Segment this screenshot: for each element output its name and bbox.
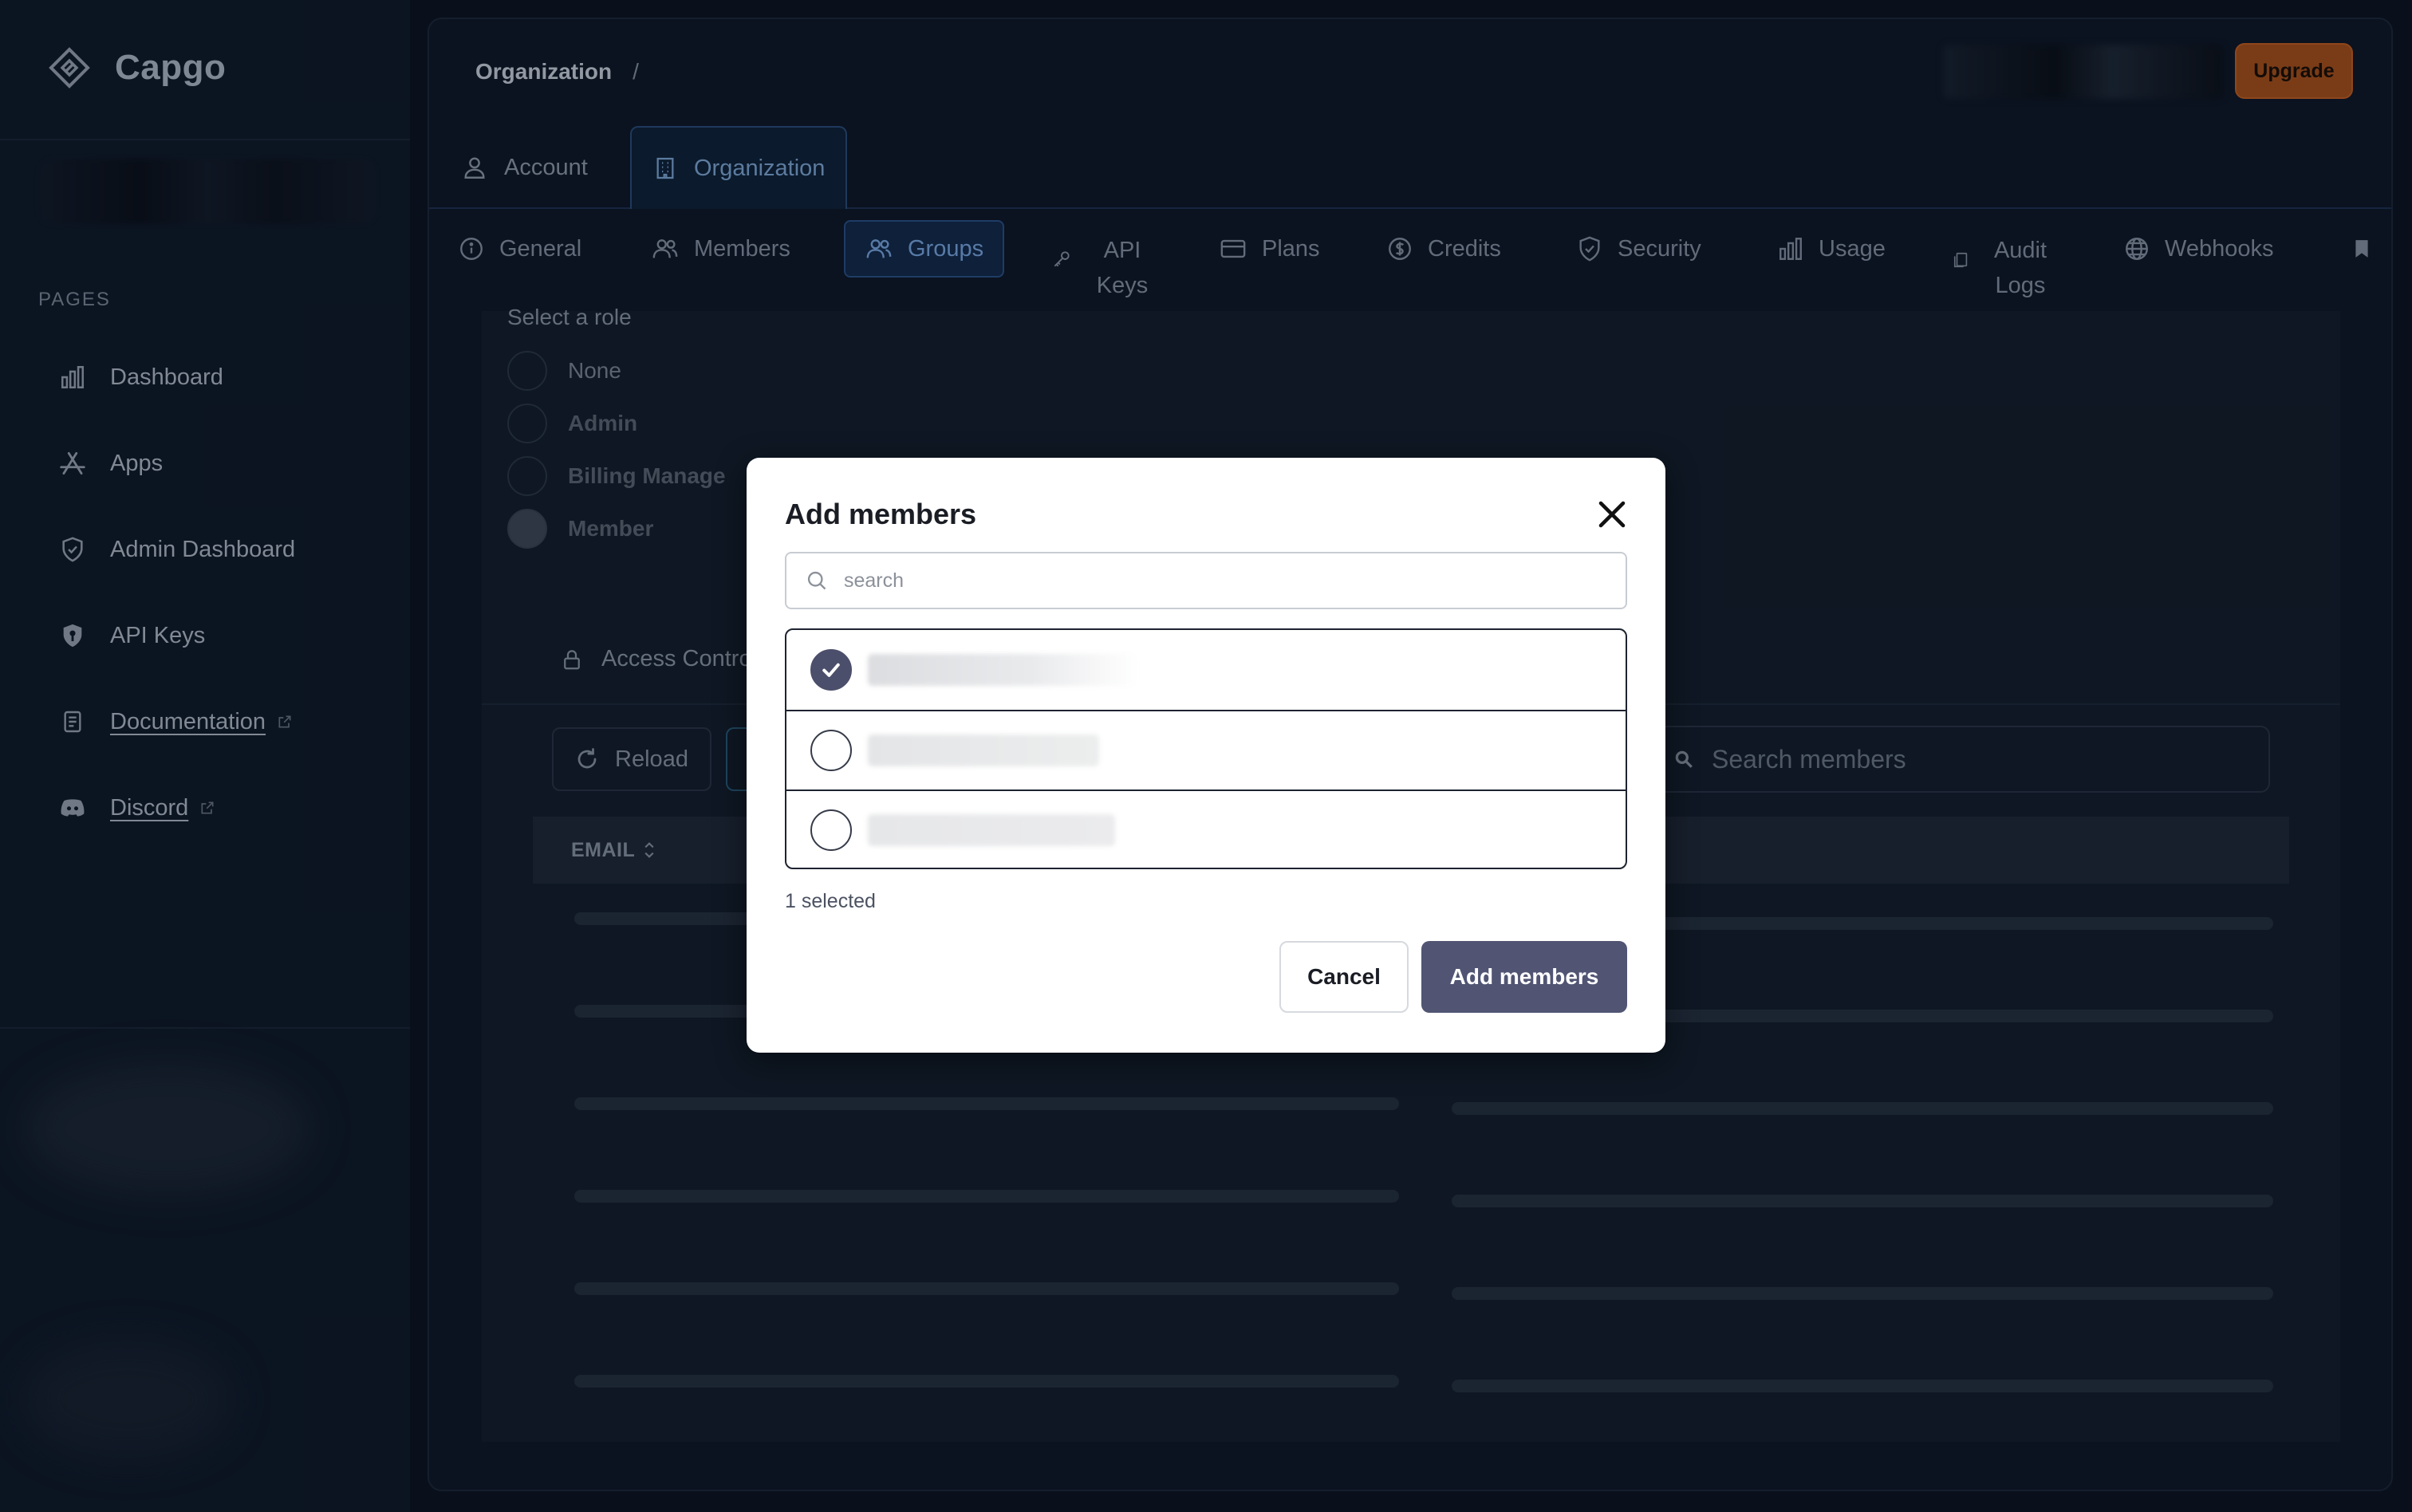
- member-checkbox[interactable]: [810, 809, 852, 851]
- checkmark-icon: [822, 663, 840, 677]
- add-members-button[interactable]: Add members: [1421, 941, 1627, 1013]
- dialog-title: Add members: [785, 498, 977, 530]
- add-members-dialog: Add members 1 selected Cancel Add member…: [747, 458, 1665, 1053]
- member-list: [785, 628, 1627, 869]
- member-email-blurred: [868, 654, 1139, 686]
- member-search-field[interactable]: [785, 552, 1627, 609]
- member-email-blurred: [868, 734, 1099, 766]
- cancel-button[interactable]: Cancel: [1279, 941, 1409, 1013]
- member-email-blurred: [868, 814, 1115, 846]
- close-button[interactable]: [1592, 494, 1632, 534]
- member-row[interactable]: [786, 630, 1626, 710]
- close-icon: [1598, 501, 1626, 528]
- member-row[interactable]: [786, 710, 1626, 789]
- member-search-input[interactable]: [844, 569, 1610, 593]
- selected-count: 1 selected: [785, 890, 876, 912]
- member-checkbox[interactable]: [810, 730, 852, 771]
- member-row[interactable]: [786, 789, 1626, 868]
- search-icon: [807, 571, 826, 590]
- member-checkbox[interactable]: [810, 649, 852, 691]
